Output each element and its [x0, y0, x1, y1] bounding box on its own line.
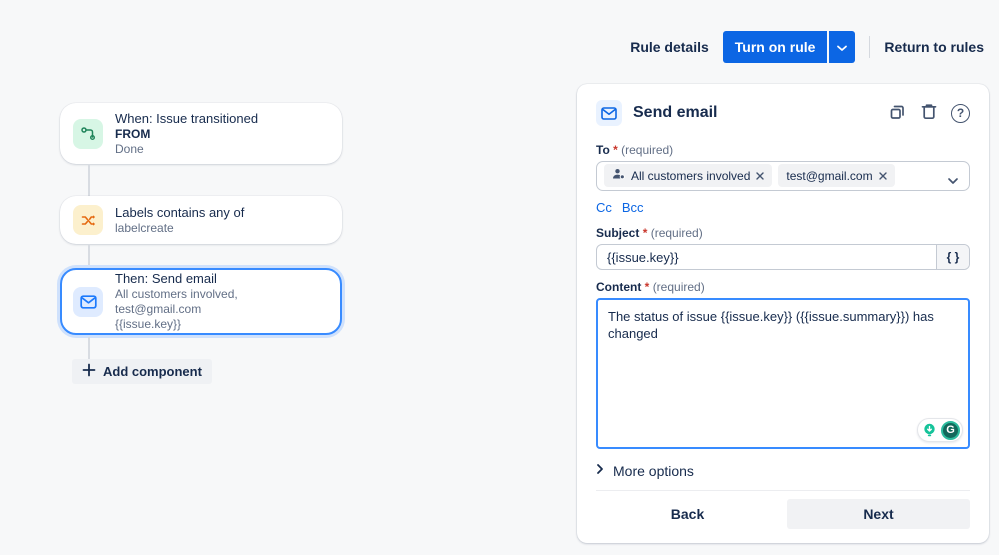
shuffle-icon	[73, 205, 103, 235]
send-email-config-panel: Send email ? To * (required) All custome…	[577, 84, 989, 543]
card-subtitle-status: Done	[115, 141, 144, 156]
cc-link[interactable]: Cc	[596, 200, 612, 215]
smart-values-button[interactable]: { }	[936, 244, 969, 270]
grammarly-logo-icon[interactable]: G	[941, 420, 960, 440]
next-button[interactable]: Next	[787, 499, 970, 529]
turn-on-rule-button[interactable]: Turn on rule	[722, 31, 828, 63]
content-textarea[interactable]: The status of issue {{issue.key}} ({{iss…	[598, 300, 968, 447]
chevron-right-icon	[596, 462, 604, 480]
plus-icon	[82, 363, 96, 380]
required-asterisk: *	[644, 280, 650, 295]
recipient-chip-email[interactable]: test@gmail.com	[778, 164, 895, 188]
add-component-button[interactable]: Add component	[72, 359, 212, 384]
card-text: Labels contains any of labelcreate	[115, 205, 244, 236]
card-subtitle-from: FROM	[115, 126, 151, 141]
trigger-card-issue-transitioned[interactable]: When: Issue transitioned FROM Done	[60, 103, 342, 164]
topbar: Rule details Turn on rule Return to rule…	[630, 31, 984, 63]
email-icon	[596, 100, 622, 126]
cc-bcc-row: Cc Bcc	[596, 200, 970, 215]
to-field-label: To * (required)	[596, 143, 674, 157]
trash-icon	[920, 102, 938, 124]
content-field: The status of issue {{issue.key}} ({{iss…	[596, 298, 970, 449]
grammarly-suggestion-icon[interactable]	[920, 421, 939, 440]
required-hint: (required)	[652, 280, 705, 295]
panel-title: Send email	[633, 104, 718, 121]
required-asterisk: *	[642, 225, 648, 240]
duplicate-icon	[888, 102, 907, 124]
chevron-down-icon[interactable]	[947, 172, 959, 190]
turn-on-rule-dropdown-button[interactable]	[829, 31, 856, 63]
card-subtitle-recipients: All customers involved, test@gmail.com	[115, 287, 238, 316]
flow-connector	[88, 244, 90, 266]
add-component-label: Add component	[103, 364, 202, 379]
transition-icon	[73, 118, 103, 149]
help-icon: ?	[951, 103, 970, 123]
panel-footer: Back Next	[596, 490, 970, 529]
required-asterisk: *	[613, 143, 618, 157]
flow-connector	[88, 164, 90, 196]
grammarly-widget[interactable]: G	[917, 418, 963, 442]
subject-input[interactable]	[597, 244, 936, 270]
chevron-down-icon	[836, 40, 848, 55]
chip-label: All customers involved	[631, 168, 751, 183]
subject-field-label: Subject * (required)	[596, 225, 703, 240]
flow-connector	[88, 337, 90, 359]
chip-label: test@gmail.com	[786, 168, 873, 183]
braces-icon: { }	[946, 250, 960, 265]
to-recipients-select[interactable]: All customers involved test@gmail.com	[596, 161, 970, 191]
automation-rule-builder: Rule details Turn on rule Return to rule…	[0, 0, 999, 555]
help-button[interactable]: ?	[951, 103, 970, 123]
return-to-rules-link[interactable]: Return to rules	[884, 39, 984, 55]
email-icon	[73, 286, 103, 317]
card-title: Labels contains any of	[115, 204, 245, 220]
bcc-link[interactable]: Bcc	[622, 200, 644, 215]
people-icon	[612, 168, 625, 183]
turn-on-rule-split-button: Turn on rule	[722, 31, 856, 63]
subject-field: { }	[596, 243, 970, 271]
topbar-divider	[869, 36, 871, 58]
card-subtitle: labelcreate	[115, 220, 174, 235]
recipient-chip-all-customers[interactable]: All customers involved	[604, 164, 773, 188]
delete-button[interactable]	[920, 102, 938, 124]
condition-card-labels-contains[interactable]: Labels contains any of labelcreate	[60, 196, 342, 244]
more-options-toggle[interactable]: More options	[596, 462, 970, 480]
panel-actions: ?	[888, 102, 970, 124]
more-options-label: More options	[613, 463, 694, 479]
action-card-send-email-selected[interactable]: Then: Send email All customers involved,…	[60, 268, 342, 335]
required-hint: (required)	[621, 143, 674, 157]
card-subtitle-subject: {{issue.key}}	[115, 317, 182, 331]
panel-header: Send email ?	[596, 100, 970, 126]
back-button[interactable]: Back	[596, 499, 779, 529]
remove-chip-icon[interactable]	[878, 172, 887, 180]
content-field-label: Content * (required)	[596, 280, 705, 295]
required-hint: (required)	[650, 225, 703, 240]
duplicate-button[interactable]	[888, 102, 907, 124]
card-text: Then: Send email All customers involved,…	[115, 271, 326, 332]
card-title: When: Issue transitioned	[115, 110, 259, 126]
remove-chip-icon[interactable]	[756, 172, 765, 180]
rule-details-link[interactable]: Rule details	[630, 39, 709, 55]
card-text: When: Issue transitioned FROM Done	[115, 111, 258, 157]
card-title: Then: Send email	[115, 271, 217, 286]
